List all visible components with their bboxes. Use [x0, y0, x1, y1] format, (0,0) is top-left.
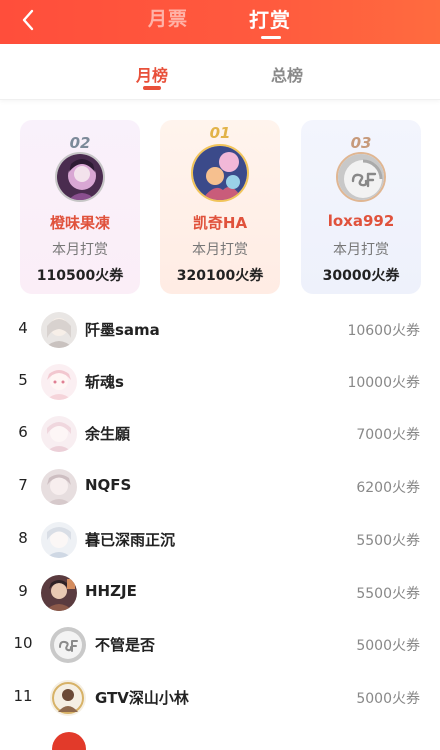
- podium-label: 本月打赏: [333, 242, 389, 258]
- podium-card-rank-2[interactable]: 02 橙味果凍 本月打赏 110500火券: [20, 120, 140, 294]
- chevron-left-icon: [22, 9, 34, 31]
- list-item[interactable]: 6 余生願 7000火券: [0, 408, 440, 460]
- podium-rank-number: 02: [69, 134, 91, 152]
- podium-amount: 320100火券: [176, 268, 264, 284]
- avatar[interactable]: [41, 469, 77, 505]
- username: GTV深山小林: [95, 689, 189, 707]
- avatar[interactable]: [50, 627, 86, 663]
- amount: 5500火券: [356, 533, 420, 549]
- tab-reward[interactable]: 打赏: [249, 4, 291, 33]
- podium-label: 本月打赏: [52, 242, 108, 258]
- amount: 7000火券: [356, 427, 420, 443]
- avatar[interactable]: [55, 152, 105, 202]
- subtab-total[interactable]: 总榜: [271, 62, 303, 86]
- podium-amount: 110500火券: [36, 268, 124, 284]
- podium-username: 橙味果凍: [49, 214, 110, 232]
- username: 斩魂s: [85, 373, 124, 391]
- avatar[interactable]: [41, 312, 77, 348]
- rank-number: 7: [18, 476, 28, 494]
- username: HHZJE: [85, 582, 137, 600]
- avatar[interactable]: [41, 522, 77, 558]
- podium-label: 本月打赏: [192, 242, 248, 258]
- active-tab-indicator: [261, 36, 281, 39]
- rank-number: 5: [18, 371, 28, 389]
- podium-card-rank-1[interactable]: 01 凯奇HA 本月打赏 320100火券: [160, 120, 280, 294]
- amount: 10600火券: [347, 323, 420, 339]
- list-item[interactable]: 9 HHZJE 5500火券: [0, 567, 440, 619]
- amount: 5000火券: [356, 638, 420, 654]
- rank-number: 9: [18, 582, 28, 600]
- tab-monthly-ticket[interactable]: 月票: [148, 4, 188, 31]
- amount: 10000火券: [347, 375, 420, 391]
- subtab-monthly[interactable]: 月榜: [136, 62, 168, 86]
- amount: 5000火券: [356, 691, 420, 707]
- subtab-indicator: [143, 86, 161, 90]
- amount: 6200火券: [356, 480, 420, 496]
- list-item[interactable]: 10 不管是否 5000火券: [0, 619, 440, 671]
- username: 阡墨sama: [85, 321, 160, 339]
- list-item-partial: [52, 732, 86, 750]
- rank-number: 6: [18, 423, 28, 441]
- podium-username: 凯奇HA: [192, 214, 248, 232]
- list-item[interactable]: 7 NQFS 6200火券: [0, 461, 440, 513]
- list-item[interactable]: 5 斩魂s 10000火券: [0, 356, 440, 408]
- avatar[interactable]: [191, 144, 249, 202]
- username: 余生願: [85, 425, 131, 443]
- back-button[interactable]: [14, 6, 42, 34]
- avatar[interactable]: [41, 575, 77, 611]
- podium-card-rank-3[interactable]: 03 loxa992 本月打赏 30000火券: [301, 120, 421, 294]
- rank-number: 10: [13, 634, 33, 652]
- rank-number: 11: [13, 687, 33, 705]
- username: 暮已深雨正沉: [85, 531, 176, 549]
- top-header: 月票 打赏: [0, 0, 440, 44]
- amount: 5500火券: [356, 586, 420, 602]
- username: 不管是否: [95, 636, 156, 654]
- list-item[interactable]: 4 阡墨sama 10600火券: [0, 304, 440, 356]
- avatar[interactable]: [336, 152, 386, 202]
- avatar[interactable]: [41, 416, 77, 452]
- podium-username: loxa992: [327, 212, 395, 230]
- list-item[interactable]: 11 GTV深山小林 5000火券: [0, 672, 440, 724]
- avatar[interactable]: [41, 364, 77, 400]
- list-item[interactable]: 8 暮已深雨正沉 5500火券: [0, 514, 440, 566]
- podium-rank-number: 01: [209, 124, 231, 142]
- ranking-subtabs: 月榜 总榜: [0, 44, 440, 100]
- podium-amount: 30000火券: [322, 268, 400, 284]
- rank-number: 8: [18, 529, 28, 547]
- podium-rank-number: 03: [350, 134, 372, 152]
- avatar[interactable]: [50, 680, 86, 716]
- username: NQFS: [85, 476, 132, 494]
- rank-number: 4: [18, 319, 28, 337]
